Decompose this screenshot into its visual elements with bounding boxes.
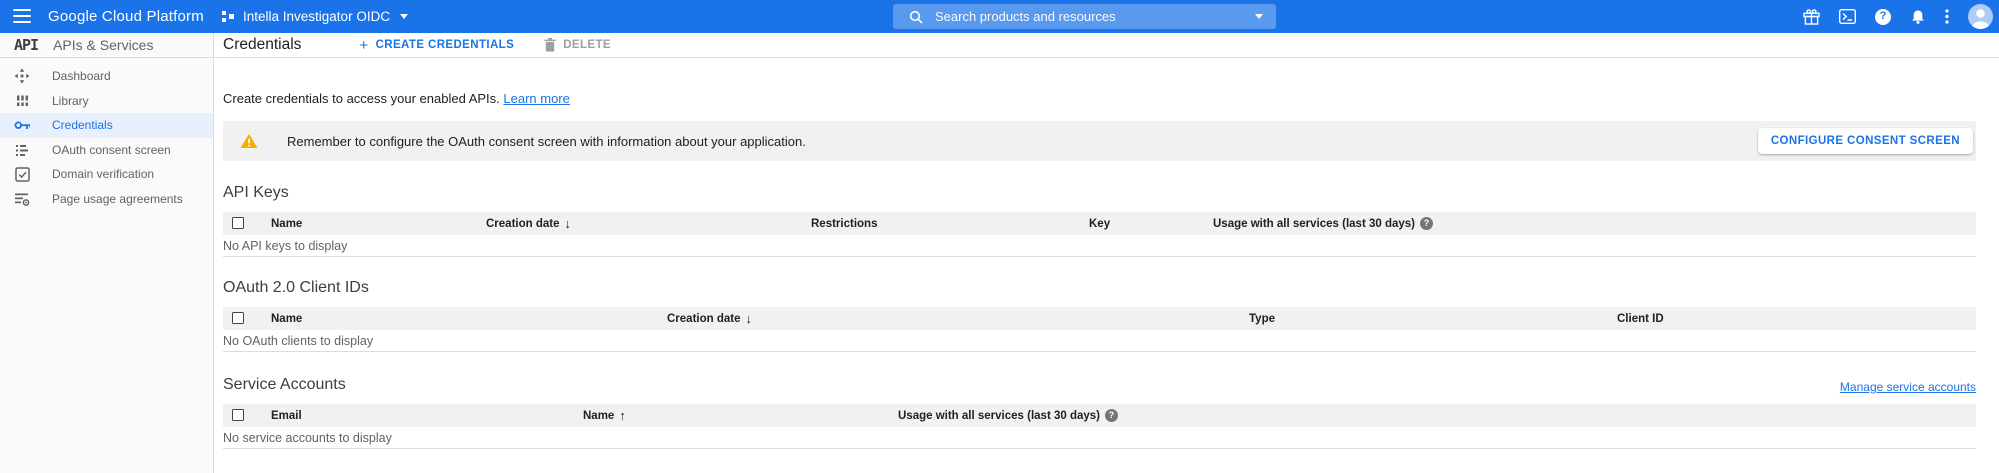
kebab-menu-icon[interactable]	[1945, 9, 1949, 24]
topbar-actions: ?	[1803, 0, 1993, 33]
sidebar-item-credentials[interactable]: Credentials	[0, 113, 213, 138]
plus-icon: +	[359, 38, 368, 53]
sidebar-nav: Dashboard Library Credentials OAuth cons…	[0, 58, 213, 211]
sidebar-item-oauth-consent-screen[interactable]: OAuth consent screen	[0, 138, 213, 163]
sidebar-title: APIs & Services	[53, 37, 153, 53]
column-label: Usage with all services (last 30 days)	[1213, 218, 1415, 230]
top-app-bar: Google Cloud Platform Intella Investigat…	[0, 0, 1999, 33]
search-input[interactable]	[935, 9, 1253, 24]
help-icon[interactable]: ?	[1875, 9, 1891, 25]
api-keys-title: API Keys	[223, 184, 289, 202]
sidebar-item-page-usage-agreements[interactable]: Page usage agreements	[0, 187, 213, 212]
sidebar-item-domain-verification[interactable]: Domain verification	[0, 162, 213, 187]
sidebar-item-label: Credentials	[52, 118, 113, 132]
service-accounts-table-header: Email Name ↑ Usage with all services (la…	[223, 404, 1976, 427]
usage-help-icon[interactable]: ?	[1105, 409, 1118, 422]
search-dropdown-caret-icon[interactable]	[1255, 14, 1263, 19]
domain-verification-icon	[14, 167, 30, 182]
banner-message: Remember to configure the OAuth consent …	[287, 134, 806, 149]
learn-more-link[interactable]: Learn more	[503, 91, 569, 106]
select-all-checkbox[interactable]	[232, 409, 244, 421]
sidebar-item-label: OAuth consent screen	[52, 143, 171, 157]
oauth-consent-icon	[14, 142, 30, 158]
dashboard-icon	[14, 68, 30, 84]
warning-icon	[240, 133, 258, 149]
notifications-bell-icon[interactable]	[1910, 9, 1926, 25]
free-trial-gift-icon[interactable]	[1803, 9, 1820, 25]
column-name: Name	[271, 307, 302, 330]
api-keys-section-header: API Keys	[223, 184, 1976, 202]
sidebar-item-library[interactable]: Library	[0, 89, 213, 114]
create-credentials-button[interactable]: + CREATE CREDENTIALS	[359, 38, 514, 53]
select-all-checkbox[interactable]	[232, 217, 244, 229]
select-all-checkbox[interactable]	[232, 312, 244, 324]
api-keys-empty-message: No API keys to display	[223, 235, 1976, 257]
page-toolbar: Credentials + CREATE CREDENTIALS DELETE	[214, 33, 1999, 58]
column-label: Usage with all services (last 30 days)	[898, 410, 1100, 422]
column-creation-date[interactable]: Creation date ↓	[667, 307, 752, 330]
project-name: Intella Investigator OIDC	[243, 9, 390, 24]
search-icon	[909, 10, 923, 24]
project-selector[interactable]: Intella Investigator OIDC	[222, 0, 408, 33]
column-usage: Usage with all services (last 30 days) ?	[1213, 212, 1433, 235]
project-icon	[222, 10, 235, 23]
column-label: Creation date	[667, 313, 741, 325]
column-label: Creation date	[486, 218, 560, 230]
usage-help-icon[interactable]: ?	[1420, 217, 1433, 230]
sidebar: API APIs & Services Dashboard Library Cr…	[0, 33, 214, 473]
api-product-icon: API	[14, 36, 38, 54]
column-label: Name	[583, 410, 614, 422]
column-name: Name	[271, 212, 302, 235]
oauth-title: OAuth 2.0 Client IDs	[223, 279, 369, 297]
main-content: Create credentials to access your enable…	[215, 59, 1999, 473]
service-accounts-empty-message: No service accounts to display	[223, 427, 1976, 449]
intro-text-body: Create credentials to access your enable…	[223, 91, 503, 106]
api-keys-table-header: Name Creation date ↓ Restrictions Key Us…	[223, 212, 1976, 235]
configure-consent-screen-button[interactable]: CONFIGURE CONSENT SCREEN	[1758, 128, 1973, 154]
manage-service-accounts-link[interactable]: Manage service accounts	[1840, 380, 1976, 394]
question-glyph: ?	[1424, 219, 1430, 228]
column-client-id: Client ID	[1617, 307, 1664, 330]
library-icon	[14, 93, 30, 108]
sidebar-item-label: Page usage agreements	[52, 192, 183, 206]
trash-icon	[544, 38, 556, 52]
column-creation-date[interactable]: Creation date ↓	[486, 212, 571, 235]
sidebar-item-label: Domain verification	[52, 167, 154, 181]
question-glyph: ?	[1109, 411, 1115, 420]
oauth-warning-banner: Remember to configure the OAuth consent …	[223, 121, 1976, 161]
oauth-empty-message: No OAuth clients to display	[223, 330, 1976, 352]
search-bar[interactable]	[893, 4, 1276, 29]
column-restrictions: Restrictions	[811, 212, 877, 235]
sidebar-item-label: Library	[52, 94, 89, 108]
oauth-table-header: Name Creation date ↓ Type Client ID	[223, 307, 1976, 330]
cloud-shell-icon[interactable]	[1839, 9, 1856, 24]
hamburger-menu-icon[interactable]	[13, 9, 31, 23]
column-email: Email	[271, 404, 302, 427]
delete-button[interactable]: DELETE	[544, 38, 611, 52]
sidebar-item-label: Dashboard	[52, 69, 111, 83]
sort-desc-icon[interactable]: ↓	[565, 216, 572, 231]
sort-asc-icon[interactable]: ↑	[619, 408, 626, 423]
oauth-section-header: OAuth 2.0 Client IDs	[223, 279, 1976, 297]
service-accounts-section-header: Service Accounts Manage service accounts	[223, 376, 1976, 394]
sidebar-header: API APIs & Services	[0, 33, 213, 58]
column-type: Type	[1249, 307, 1275, 330]
page-title: Credentials	[223, 36, 301, 54]
column-key: Key	[1089, 212, 1110, 235]
delete-label: DELETE	[563, 39, 611, 51]
question-glyph: ?	[1880, 11, 1887, 22]
create-credentials-label: CREATE CREDENTIALS	[376, 39, 515, 51]
gcp-logo[interactable]: Google Cloud Platform	[48, 0, 204, 33]
avatar[interactable]	[1968, 4, 1993, 29]
sort-desc-icon[interactable]: ↓	[746, 311, 753, 326]
agreements-icon	[14, 191, 30, 207]
sidebar-item-dashboard[interactable]: Dashboard	[0, 64, 213, 89]
column-usage: Usage with all services (last 30 days) ?	[898, 404, 1118, 427]
intro-text: Create credentials to access your enable…	[223, 91, 1976, 106]
chevron-down-icon	[400, 14, 408, 19]
column-name[interactable]: Name ↑	[583, 404, 626, 427]
key-icon	[14, 120, 30, 131]
service-accounts-title: Service Accounts	[223, 376, 346, 394]
